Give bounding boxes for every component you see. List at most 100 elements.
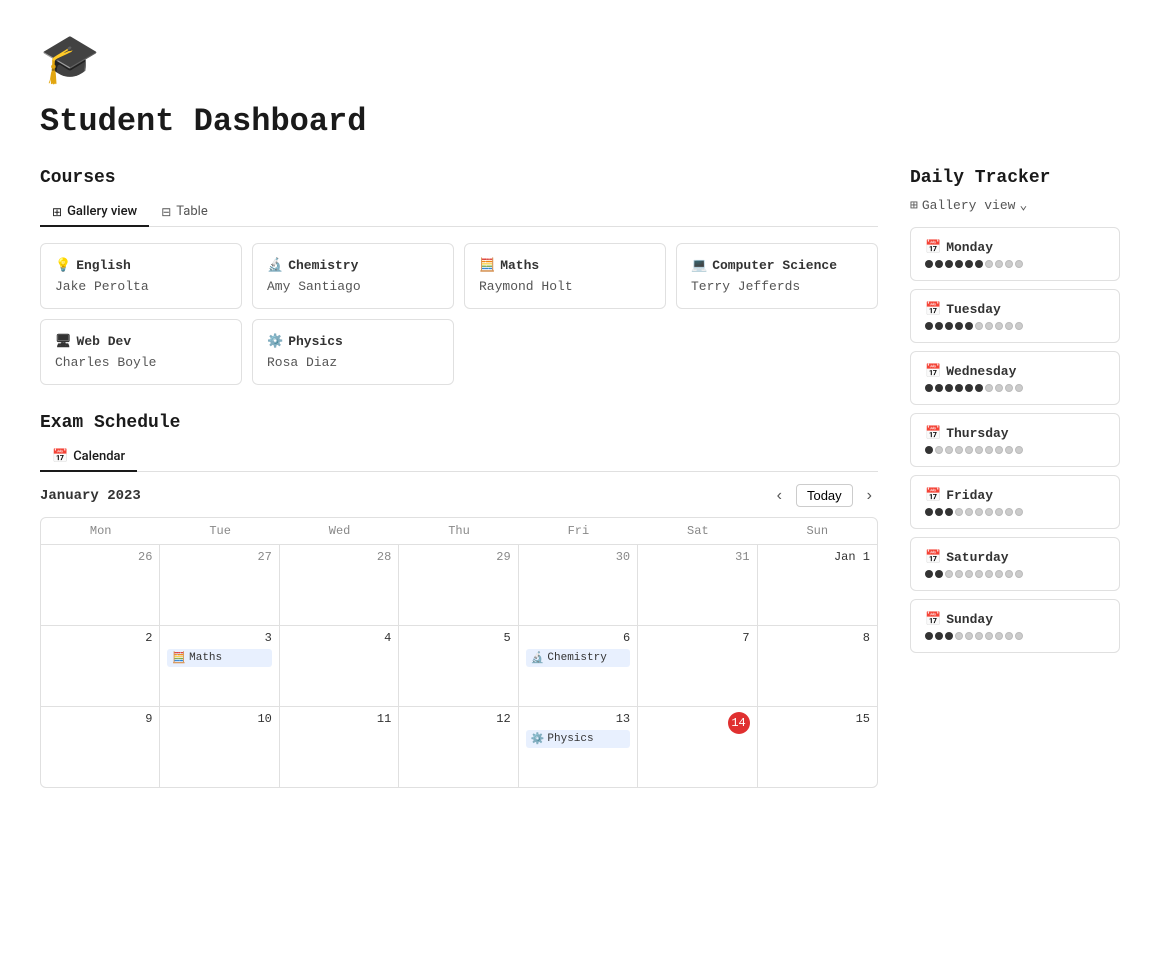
event-label: Physics xyxy=(547,733,593,745)
calendar-cell[interactable]: 27 xyxy=(160,545,279,625)
filled-dot xyxy=(955,384,963,392)
filled-dot xyxy=(925,508,933,516)
calendar-days-header: MonTueWedThuFriSatSun xyxy=(41,518,877,545)
filled-dot xyxy=(925,632,933,640)
course-card[interactable]: 💻 Computer Science Terry Jefferds xyxy=(676,243,878,309)
prev-month-button[interactable]: ‹ xyxy=(771,485,788,507)
tracker-day-card[interactable]: 📅Friday xyxy=(910,475,1120,529)
empty-dot xyxy=(985,446,993,454)
course-icon: 💻 xyxy=(691,258,707,273)
calendar-cell[interactable]: 4 xyxy=(280,626,399,706)
empty-dot xyxy=(995,632,1003,640)
exam-section: Exam Schedule 📅 Calendar January 2023 ‹ … xyxy=(40,413,878,788)
empty-dot xyxy=(955,446,963,454)
calendar-cell[interactable]: 14 xyxy=(638,707,757,787)
empty-dot xyxy=(995,508,1003,516)
empty-dot xyxy=(995,260,1003,268)
event-label: Maths xyxy=(189,652,222,664)
calendar-cell[interactable]: Jan 1 xyxy=(758,545,877,625)
filled-dot xyxy=(975,384,983,392)
day-number: 30 xyxy=(526,550,630,564)
today-button[interactable]: Today xyxy=(796,484,853,507)
course-card[interactable]: 💡 English Jake Perolta xyxy=(40,243,242,309)
filled-dot xyxy=(925,446,933,454)
course-teacher: Charles Boyle xyxy=(55,355,227,370)
calendar-cell[interactable]: 15 xyxy=(758,707,877,787)
calendar-cell[interactable]: 10 xyxy=(160,707,279,787)
tracker-day-card[interactable]: 📅Monday xyxy=(910,227,1120,281)
calendar-cell[interactable]: 30 xyxy=(519,545,638,625)
course-card[interactable]: 🔬 Chemistry Amy Santiago xyxy=(252,243,454,309)
tracker-calendar-icon: 📅 xyxy=(925,612,941,627)
calendar-cell[interactable]: 11 xyxy=(280,707,399,787)
tracker-dots xyxy=(925,260,1105,268)
empty-dot xyxy=(995,322,1003,330)
calendar-cell[interactable]: 9 xyxy=(41,707,160,787)
tab-gallery-view[interactable]: ⊞ Gallery view xyxy=(40,198,149,227)
courses-grid: 💡 English Jake Perolta 🔬 Chemistry Amy S… xyxy=(40,243,878,385)
tab-table[interactable]: ⊟ Table xyxy=(149,198,220,227)
calendar-day-label: Sat xyxy=(638,518,757,544)
calendar-cell[interactable]: 3🧮Maths xyxy=(160,626,279,706)
calendar-cell[interactable]: 12 xyxy=(399,707,518,787)
tracker-calendar-icon: 📅 xyxy=(925,240,941,255)
empty-dot xyxy=(945,446,953,454)
tracker-day-card[interactable]: 📅Wednesday xyxy=(910,351,1120,405)
calendar-cell[interactable]: 26 xyxy=(41,545,160,625)
next-month-button[interactable]: › xyxy=(861,485,878,507)
event-label: Chemistry xyxy=(547,652,606,664)
calendar-cell[interactable]: 7 xyxy=(638,626,757,706)
tracker-view-selector[interactable]: ⊞ Gallery view ⌄ xyxy=(910,198,1120,213)
filled-dot xyxy=(955,322,963,330)
calendar-cell[interactable]: 2 xyxy=(41,626,160,706)
event-icon: 🔬 xyxy=(531,651,545,665)
empty-dot xyxy=(965,446,973,454)
tracker-day-card[interactable]: 📅Sunday xyxy=(910,599,1120,653)
course-card[interactable]: ⚙️ Physics Rosa Diaz xyxy=(252,319,454,385)
empty-dot xyxy=(975,632,983,640)
calendar-event[interactable]: 🧮Maths xyxy=(167,649,271,667)
tracker-day-card[interactable]: 📅Saturday xyxy=(910,537,1120,591)
day-number: 13 xyxy=(526,712,630,726)
calendar-cell[interactable]: 28 xyxy=(280,545,399,625)
course-card[interactable]: 🖥 Web Dev Charles Boyle xyxy=(40,319,242,385)
calendar-day-label: Wed xyxy=(280,518,399,544)
empty-dot xyxy=(975,570,983,578)
tracker-day-card[interactable]: 📅Tuesday xyxy=(910,289,1120,343)
day-number: 12 xyxy=(406,712,510,726)
calendar-day-label: Mon xyxy=(41,518,160,544)
calendar-cell[interactable]: 5 xyxy=(399,626,518,706)
calendar-cell[interactable]: 13 ⚙️Physics xyxy=(519,707,638,787)
empty-dot xyxy=(995,384,1003,392)
empty-dot xyxy=(1005,508,1013,516)
filled-dot xyxy=(945,384,953,392)
filled-dot xyxy=(925,322,933,330)
course-name: 💻 Computer Science xyxy=(691,258,863,273)
daily-tracker-panel: Daily Tracker ⊞ Gallery view ⌄ 📅Monday📅T… xyxy=(910,168,1120,661)
day-number: 2 xyxy=(48,631,152,645)
empty-dot xyxy=(975,508,983,516)
calendar-event[interactable]: 🔬Chemistry xyxy=(526,649,630,667)
empty-dot xyxy=(1015,260,1023,268)
calendar-event[interactable]: ⚙️Physics xyxy=(526,730,630,748)
tracker-dots xyxy=(925,570,1105,578)
tab-calendar[interactable]: 📅 Calendar xyxy=(40,443,137,472)
empty-dot xyxy=(1015,508,1023,516)
calendar-icon: 📅 xyxy=(52,449,68,464)
tracker-dots xyxy=(925,446,1105,454)
event-icon: ⚙️ xyxy=(531,732,545,746)
empty-dot xyxy=(985,508,993,516)
calendar-cell[interactable]: 29 xyxy=(399,545,518,625)
filled-dot xyxy=(935,260,943,268)
chevron-down-icon: ⌄ xyxy=(1019,198,1027,213)
empty-dot xyxy=(955,632,963,640)
calendar-cell[interactable]: 6🔬Chemistry xyxy=(519,626,638,706)
tracker-day-card[interactable]: 📅Thursday xyxy=(910,413,1120,467)
course-name: 🧮 Maths xyxy=(479,258,651,273)
tracker-day-name: 📅Monday xyxy=(925,240,1105,255)
empty-dot xyxy=(995,446,1003,454)
calendar-cell[interactable]: 31 xyxy=(638,545,757,625)
filled-dot xyxy=(965,260,973,268)
calendar-cell[interactable]: 8 xyxy=(758,626,877,706)
course-card[interactable]: 🧮 Maths Raymond Holt xyxy=(464,243,666,309)
